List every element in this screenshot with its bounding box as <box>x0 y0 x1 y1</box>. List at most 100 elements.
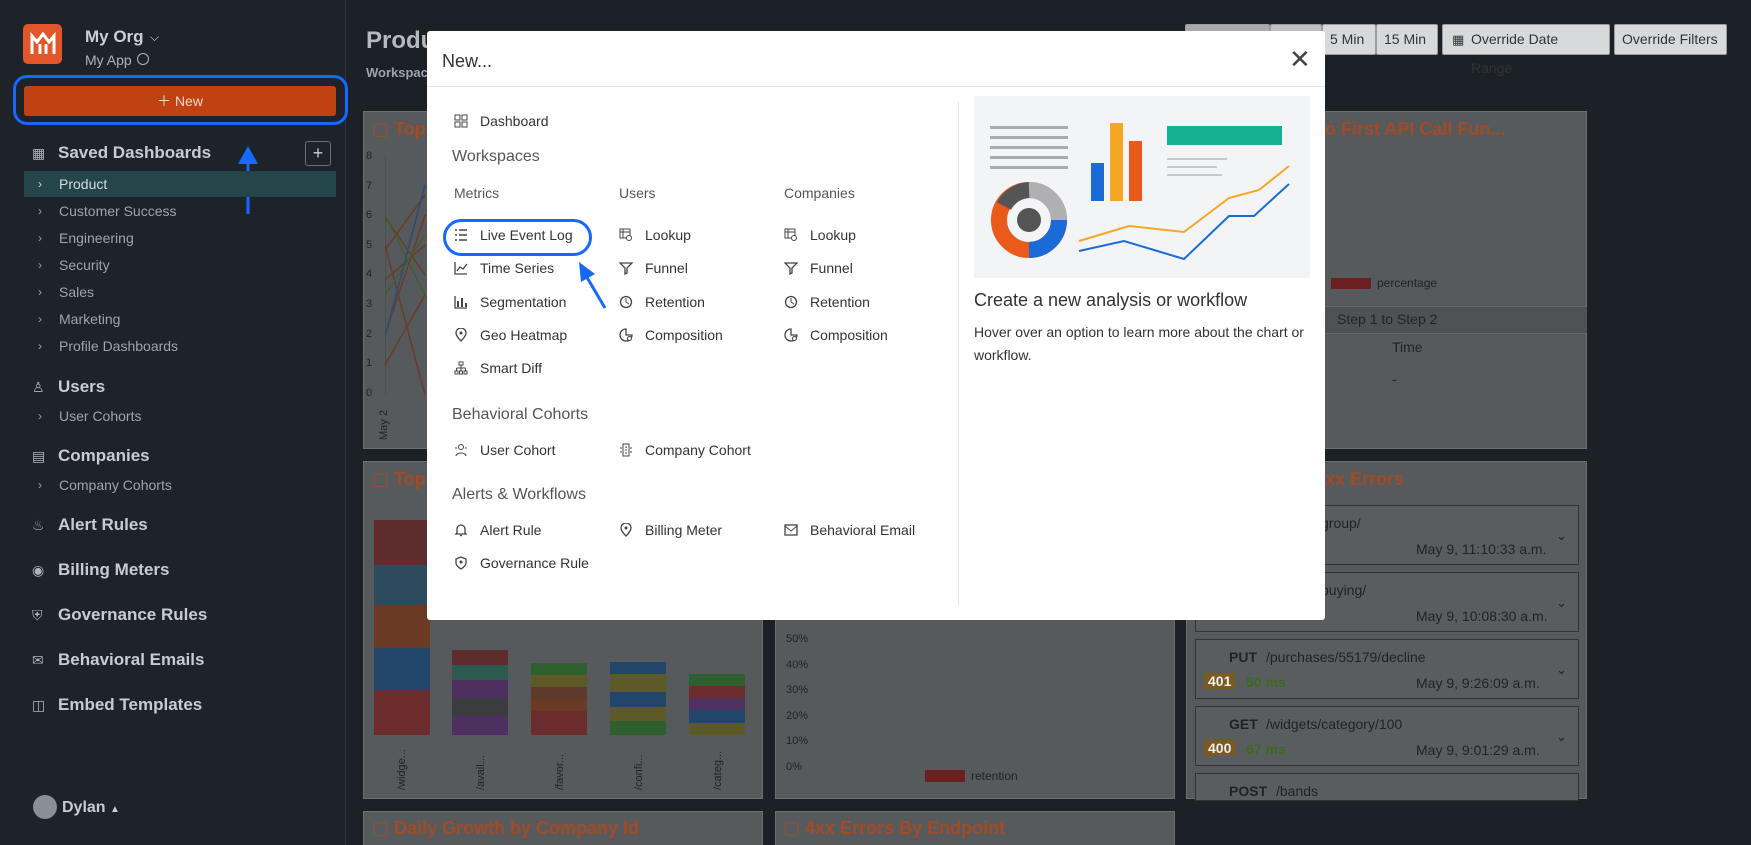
info-description: Hover over an option to learn more about… <box>974 324 1304 363</box>
modal-divider <box>958 101 959 606</box>
billing-meters-title[interactable]: Billing Meters <box>58 560 169 580</box>
panel-title: ▢ Top <box>372 119 426 140</box>
option-label: Lookup <box>645 227 691 243</box>
sidebar-item-product[interactable]: › Product <box>24 171 336 197</box>
status-badge: 400 <box>1204 740 1236 756</box>
chevron-right-icon: › <box>38 231 42 245</box>
chevron-right-icon: › <box>38 204 42 218</box>
page-title: Produ <box>366 27 436 54</box>
user-menu[interactable]: Dylan ▲ <box>62 799 120 817</box>
alerts-workflows-heading: Alerts & Workflows <box>452 486 586 503</box>
breadcrumb[interactable]: Workspac <box>366 65 428 80</box>
option-label: Governance Rule <box>480 555 589 571</box>
panel-title-text: Top <box>394 469 426 489</box>
error-row[interactable]: PUT/purchases/55179/decline 401 50 ms May 9… <box>1195 639 1579 699</box>
option-label: Lookup <box>810 227 856 243</box>
toolbar-15-min[interactable]: 15 Min <box>1376 24 1438 55</box>
panel-title: ▢ Top <box>372 469 426 490</box>
sidebar-item-sales[interactable]: › Sales <box>24 279 336 305</box>
chevron-right-icon: › <box>38 478 42 492</box>
bar-x-label: /favor... <box>554 753 566 790</box>
user-name: Dylan <box>62 799 106 816</box>
company-cohort-icon <box>620 443 632 457</box>
error-latency: 67 ms <box>1246 741 1286 757</box>
info-title: Create a new analysis or workflow <box>974 290 1248 310</box>
error-method: POST <box>1229 783 1268 799</box>
override-filters-button[interactable]: Override Filters <box>1614 24 1727 55</box>
close-icon[interactable]: ✕ <box>1289 46 1311 72</box>
saved-dashboards-title[interactable]: Saved Dashboards <box>58 143 211 163</box>
pct-tick: 10% <box>786 735 809 747</box>
sidebar-item-security[interactable]: › Security <box>24 252 336 278</box>
modal-title: New... <box>442 51 493 71</box>
chevron-right-icon: › <box>38 339 42 353</box>
users-icon: ♙ <box>32 379 45 395</box>
companies-title[interactable]: Companies <box>58 446 150 466</box>
override-date-range-button[interactable]: Override Date Range <box>1442 24 1610 76</box>
panel-title: ▢ Daily Growth by Company Id <box>372 818 639 839</box>
chevron-down-icon[interactable]: ⌄ <box>1556 729 1567 745</box>
chevron-down-icon[interactable]: ⌵ <box>150 30 159 45</box>
sidebar-item-marketing[interactable]: › Marketing <box>24 306 336 332</box>
retention-icon <box>784 295 798 309</box>
governance-rules-title[interactable]: Governance Rules <box>58 605 207 625</box>
sidebar-item-user-cohorts[interactable]: › User Cohorts <box>24 403 336 429</box>
sidebar-item-company-cohorts[interactable]: › Company Cohorts <box>24 472 336 498</box>
alert-rules-title[interactable]: Alert Rules <box>58 515 148 535</box>
behavioral-emails-title[interactable]: Behavioral Emails <box>58 650 204 670</box>
panel-title: ▢ 4xx Errors By Endpoint <box>783 818 1005 839</box>
y-tick: 3 <box>366 298 373 310</box>
new-button-label: New <box>174 93 203 109</box>
new-button[interactable]: ＋ New <box>24 86 336 116</box>
panel-title: o First API Call Fun... <box>1325 119 1506 139</box>
sidebar-item-customer-success[interactable]: › Customer Success <box>24 198 336 224</box>
error-row[interactable]: POST/bands <box>1195 773 1579 801</box>
calendar-icon: ▦ <box>1452 32 1465 47</box>
org-logo[interactable] <box>23 24 62 64</box>
pct-tick: 40% <box>786 658 809 671</box>
toolbar-5-min[interactable]: 5 Min <box>1322 24 1376 55</box>
workspaces-heading: Workspaces <box>452 148 540 165</box>
option-label: Funnel <box>810 260 853 276</box>
email-icon <box>784 524 798 536</box>
map-pin-icon <box>620 523 632 537</box>
bell-icon: ♨ <box>32 517 45 533</box>
companies-icon: ▤ <box>32 448 46 464</box>
option-label: Composition <box>810 327 888 343</box>
bar-chart-icon: ▢ <box>783 818 806 838</box>
chart-icon: ▢ <box>372 119 395 139</box>
avatar[interactable] <box>33 795 57 819</box>
sidebar-item-engineering[interactable]: › Engineering <box>24 225 336 251</box>
option-label: Company Cohort <box>645 442 751 458</box>
org-name[interactable]: My Org <box>85 27 144 47</box>
pct-tick: 20% <box>786 709 809 722</box>
add-dashboard-button[interactable]: + <box>305 141 331 166</box>
error-row[interactable]: GET/widgets/category/100 400 67 ms May 9, 9… <box>1195 706 1579 766</box>
option-label: Behavioral Email <box>810 522 916 538</box>
chevron-down-icon[interactable]: ⌄ <box>1556 528 1567 544</box>
line-chart-icon <box>454 262 468 275</box>
email-icon: ✉ <box>32 652 44 668</box>
embed-templates-title[interactable]: Embed Templates <box>58 695 202 715</box>
companies-heading: Companies <box>784 185 855 201</box>
sidebar-item-profile-dashboards[interactable]: › Profile Dashboards <box>24 333 336 359</box>
app-name[interactable]: My App <box>85 52 132 68</box>
pin-icon: ◉ <box>32 562 45 578</box>
chevron-down-icon[interactable]: ⌄ <box>1556 595 1567 611</box>
error-time: May 9, 10:08:30 a.m. <box>1416 608 1548 624</box>
error-latency: 50 ms <box>1246 674 1286 690</box>
users-title[interactable]: Users <box>58 377 105 397</box>
chevron-down-icon[interactable]: ⌄ <box>1556 662 1567 678</box>
metrics-heading: Metrics <box>454 185 500 201</box>
option-label: Alert Rule <box>480 522 542 538</box>
bell-icon <box>454 524 468 537</box>
retention-icon <box>619 295 633 309</box>
table-search-icon <box>619 228 632 241</box>
caret-up-icon: ▲ <box>110 804 120 815</box>
check-circle-icon <box>137 53 149 65</box>
percentage-legend: percentage <box>1377 276 1438 290</box>
user-cohort-icon <box>455 444 467 457</box>
hierarchy-icon <box>454 361 468 375</box>
y-tick: 4 <box>366 268 373 281</box>
y-tick: 0 <box>366 386 373 399</box>
